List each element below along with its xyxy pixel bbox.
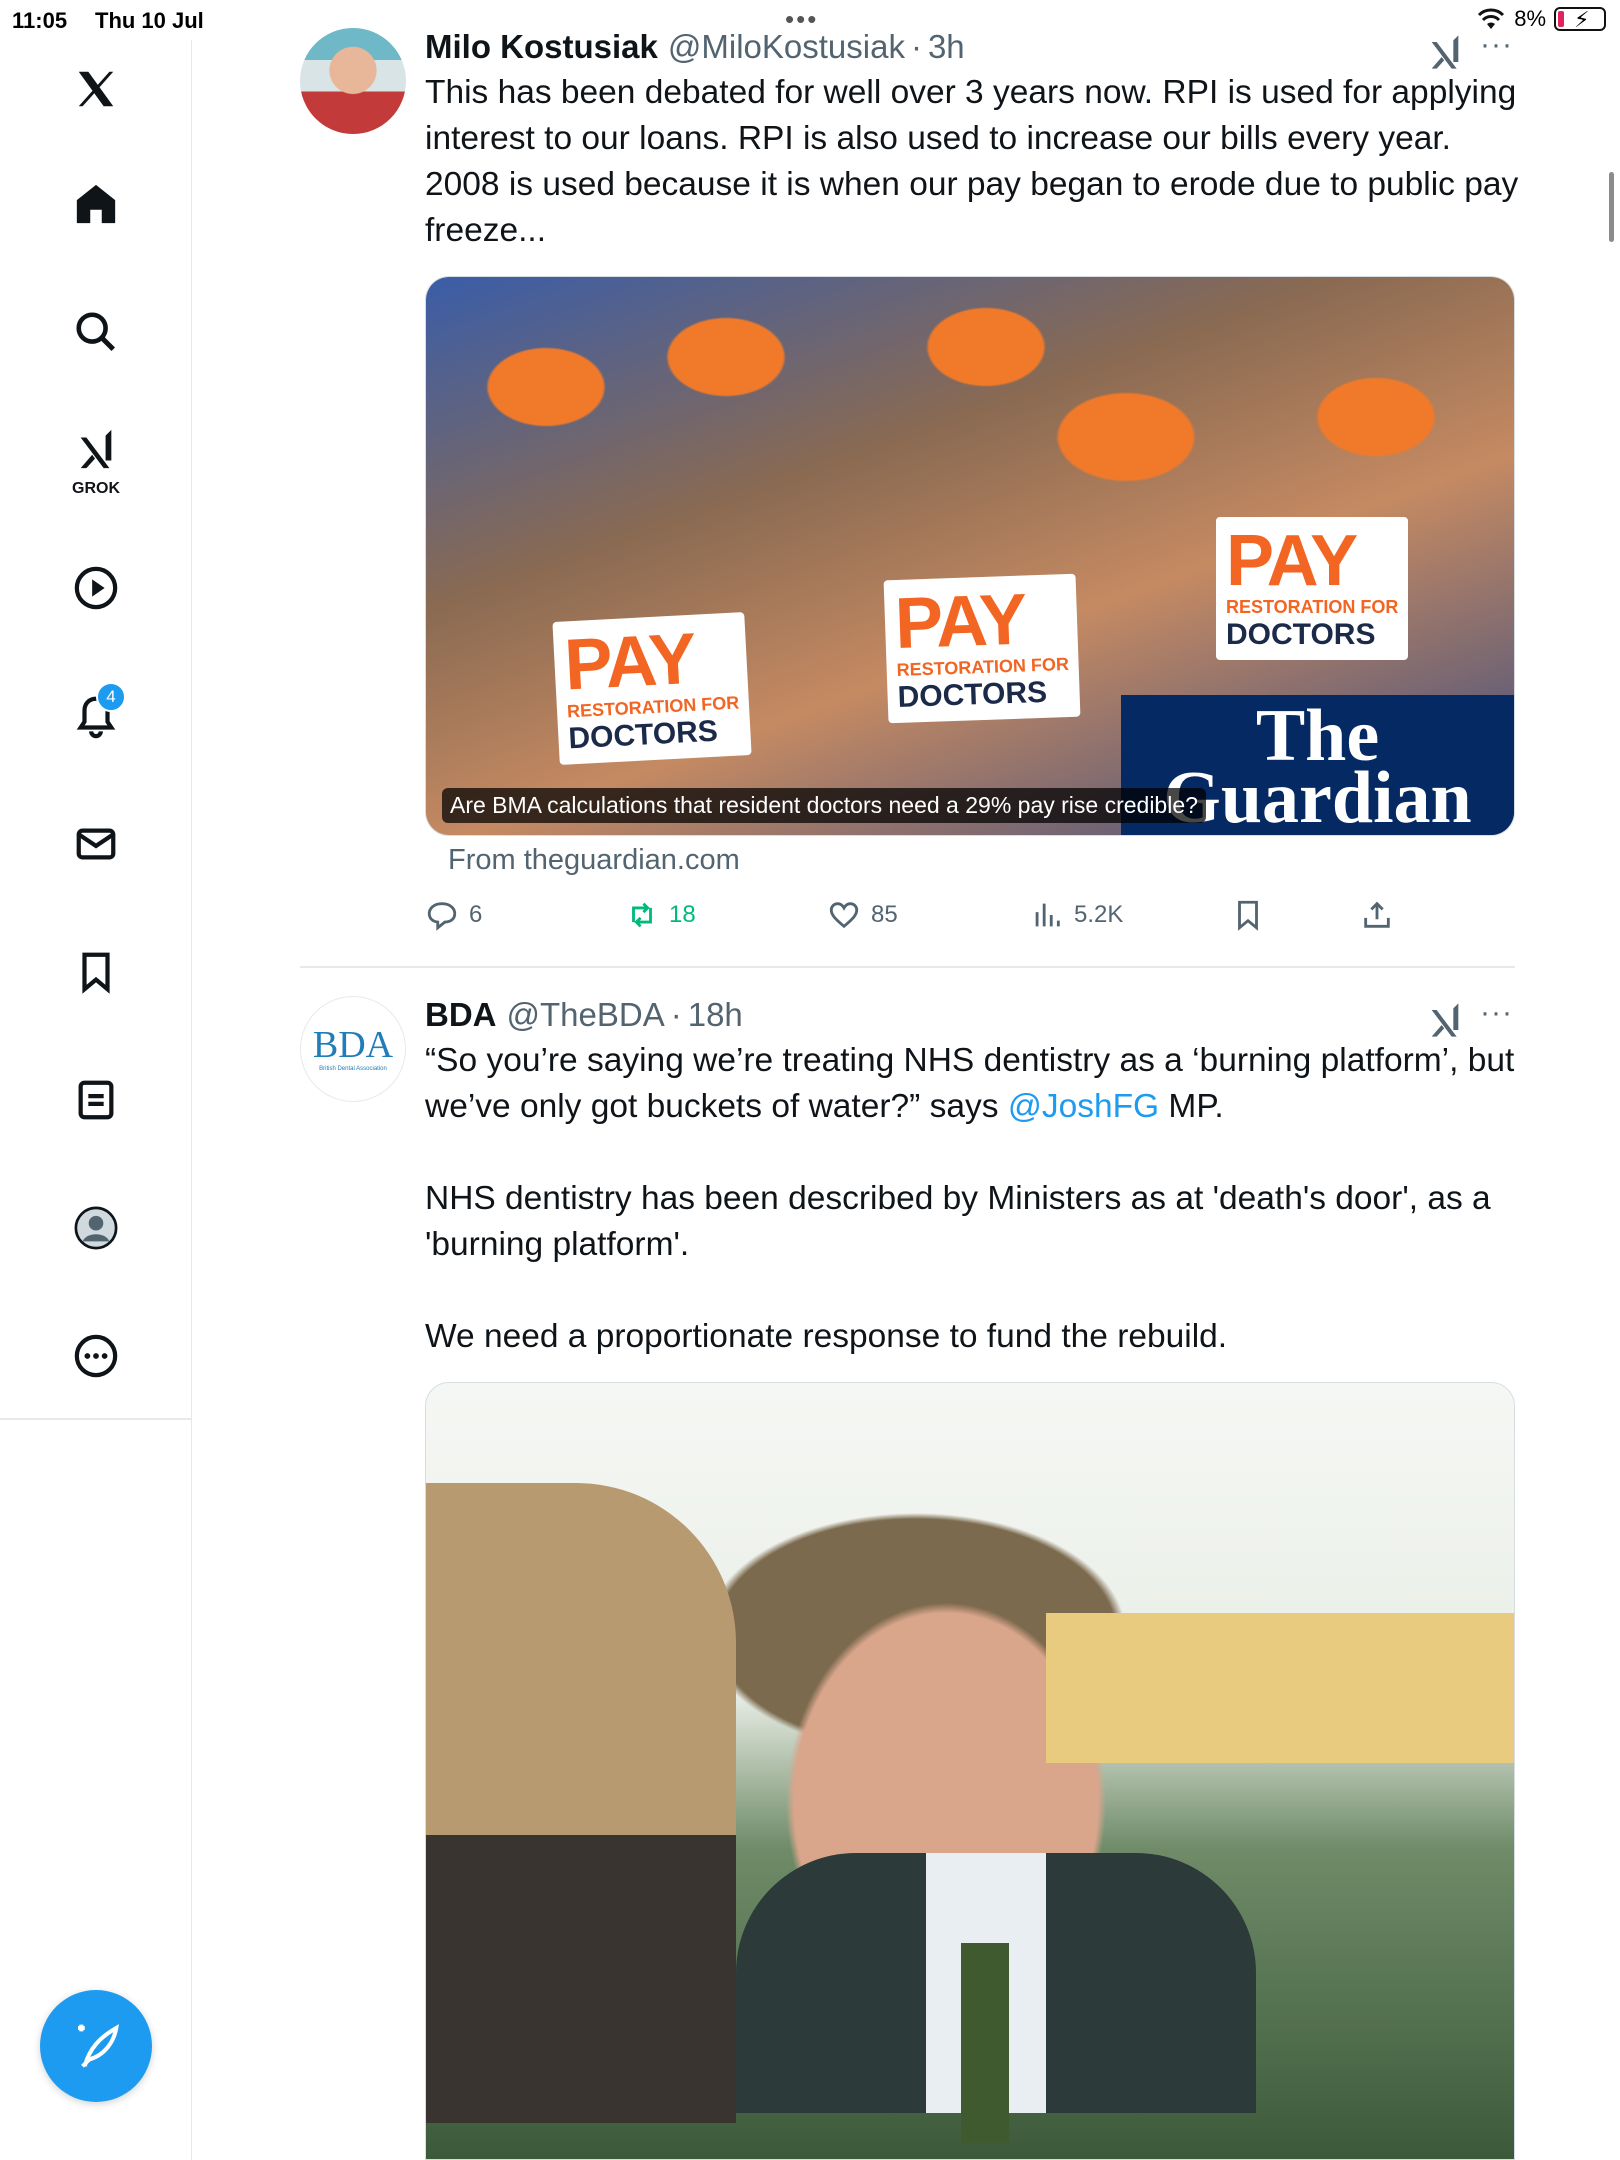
placard-big: PAY: [893, 579, 1027, 664]
placard-big: PAY: [1226, 521, 1358, 601]
home-icon[interactable]: [60, 168, 132, 240]
lists-icon[interactable]: [60, 1064, 132, 1136]
profile-icon[interactable]: [60, 1192, 132, 1264]
sidebar-divider: [0, 1418, 192, 1420]
views-icon: [1035, 903, 1060, 927]
bookmark-icon: [1238, 900, 1258, 931]
author-name[interactable]: Milo Kostusiak: [425, 28, 658, 66]
bookmark-button[interactable]: [1231, 898, 1265, 932]
video-icon[interactable]: [60, 552, 132, 624]
sidebar: GROK 4: [0, 40, 192, 2160]
views-button[interactable]: 5.2K: [1030, 898, 1123, 932]
tweet-actions: 6 18 85 5.2K: [425, 898, 1425, 938]
placard-doctors: DOCTORS: [897, 675, 1048, 714]
tweet-time[interactable]: 18h: [688, 996, 743, 1034]
compose-post-button[interactable]: [40, 1990, 152, 2102]
share-icon: [1364, 901, 1390, 928]
tweet[interactable]: BDA British Dental Association BDA @TheB…: [300, 996, 1515, 2160]
card-image: PAY RESTORATION FOR DOCTORS PAY RESTORAT…: [426, 277, 1514, 835]
bda-logo-subtext: British Dental Association: [319, 1066, 387, 1072]
tweet[interactable]: Milo Kostusiak @MiloKostusiak · 3h ··· T…: [300, 28, 1518, 958]
compose-post-icon: [78, 2024, 119, 2068]
grok-explain-icon[interactable]: [1425, 32, 1465, 72]
repost-count: 18: [669, 901, 696, 928]
link-card[interactable]: PAY RESTORATION FOR DOCTORS PAY RESTORAT…: [425, 276, 1515, 836]
bda-logo-text: BDA: [312, 1024, 394, 1066]
more-options-icon[interactable]: ···: [1480, 28, 1513, 62]
share-button[interactable]: [1360, 898, 1394, 932]
author-handle[interactable]: @TheBDA: [507, 996, 665, 1034]
placard-small: RESTORATION FOR: [1226, 597, 1399, 617]
media-tie: [961, 1943, 1009, 2143]
placard-doctors: DOCTORS: [1226, 618, 1376, 651]
tweet-text-part: MP.: [1159, 1088, 1224, 1125]
bookmarks-icon[interactable]: [60, 936, 132, 1008]
messages-icon[interactable]: [60, 808, 132, 880]
like-icon: [829, 902, 859, 929]
placard: PAY RESTORATION FOR DOCTORS: [552, 612, 752, 765]
tweet-divider: [300, 966, 1515, 968]
grok-explain-icon[interactable]: [1425, 1000, 1465, 1040]
repost-button[interactable]: 18: [625, 898, 696, 932]
author-handle[interactable]: @MiloKostusiak: [668, 28, 905, 66]
x-logo-icon[interactable]: [60, 53, 132, 125]
scrollbar[interactable]: [1609, 172, 1614, 242]
notifications-badge: 4: [96, 682, 126, 712]
repost-icon: [632, 902, 652, 928]
reply-button[interactable]: 6: [425, 898, 482, 932]
tweet-video[interactable]: [425, 1382, 1515, 2160]
reply-count: 6: [469, 901, 483, 928]
tweet-text: This has been debated for well over 3 ye…: [425, 74, 1528, 249]
author-name[interactable]: BDA: [425, 996, 497, 1034]
separator: ·: [910, 28, 922, 65]
like-button[interactable]: 85: [827, 898, 898, 932]
status-date: Thu 10 Jul: [95, 8, 204, 33]
tweet-text-paragraph: NHS dentistry has been described by Mini…: [425, 1180, 1500, 1263]
battery-charging-icon: ⚡: [1554, 7, 1606, 32]
battery-percent: 8%: [1514, 6, 1546, 31]
more-options-icon[interactable]: ···: [1480, 996, 1513, 1030]
media-desk: [1046, 1613, 1514, 1763]
placard-big: PAY: [562, 618, 697, 706]
search-icon[interactable]: [60, 296, 132, 368]
placard: PAY RESTORATION FOR DOCTORS: [1216, 517, 1409, 660]
tweet-time[interactable]: 3h: [928, 28, 965, 66]
reply-icon: [427, 902, 457, 931]
like-count: 85: [871, 901, 898, 928]
avatar[interactable]: BDA British Dental Association: [300, 996, 406, 1102]
tweet-text-paragraph: We need a proportionate response to fund…: [425, 1318, 1228, 1355]
status-time: 11:05: [12, 8, 68, 33]
grok-label: GROK: [72, 480, 120, 497]
more-icon[interactable]: [60, 1320, 132, 1392]
placard: PAY RESTORATION FOR DOCTORS: [883, 573, 1081, 724]
avatar[interactable]: [300, 28, 406, 134]
views-count: 5.2K: [1074, 901, 1124, 928]
tweet-text: “So you’re saying we’re treating NHS den…: [425, 1038, 1525, 1130]
separator: ·: [670, 996, 682, 1033]
mention-link[interactable]: @JoshFG: [1008, 1088, 1159, 1125]
tweet-text-part: “So you’re saying we’re treating NHS den…: [425, 1042, 1524, 1125]
grok-icon[interactable]: GROK: [60, 420, 132, 497]
notifications-icon[interactable]: 4: [60, 680, 132, 752]
tweet-header: Milo Kostusiak @MiloKostusiak · 3h: [425, 28, 965, 68]
card-source[interactable]: From theguardian.com: [448, 844, 740, 877]
tweet-header: BDA @TheBDA · 18h: [425, 996, 743, 1036]
media-person-left: [426, 1483, 736, 2123]
card-caption: Are BMA calculations that resident docto…: [442, 788, 1206, 823]
